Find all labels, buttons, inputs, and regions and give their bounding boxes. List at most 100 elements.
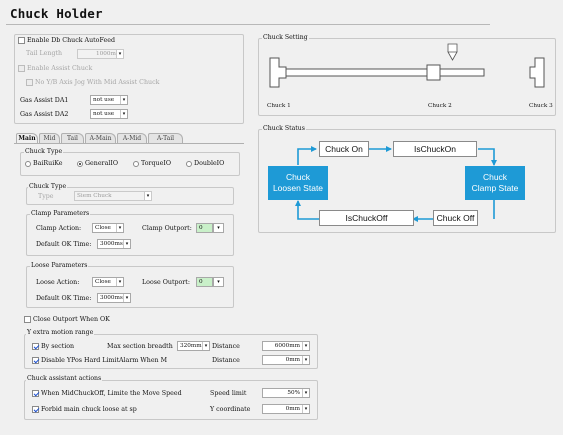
chevron-down-icon: ▾ [116,224,123,232]
page-title: Chuck Holder [10,6,103,21]
no-yb-axis-row[interactable]: No Y/B Axis Jog With Mid Assist Chuck [26,79,159,86]
chuck-2-label: Chuck 2 [428,103,452,109]
type-select[interactable]: Siem Chuck ▾ [74,191,152,201]
radio-label: DoubleIO [194,160,225,167]
chuck-type2-legend: Chuck Type [28,183,68,190]
tab-tail[interactable]: Tail [61,133,84,143]
is-chuck-off-state: IsChuckOff [319,210,414,226]
clamp-outport-field[interactable]: 0 [196,223,213,233]
loose-outport-dropdown[interactable]: ▾ [213,277,224,287]
forbid-row[interactable]: Forbid main chuck loose at sp [32,406,137,413]
gas-da2-select[interactable]: not use ▾ [90,109,128,119]
speed-limit-select[interactable]: 50% ▾ [262,388,310,398]
arrow-ischuckon-to-clamp [478,148,497,166]
close-outport-label: Close Outport When OK [33,316,110,323]
enable-db-chuck-checkbox[interactable] [18,37,25,44]
loose-ok-select[interactable]: 3000ms ▾ [97,293,131,303]
close-outport-checkbox[interactable] [24,316,31,323]
enable-assist-checkbox[interactable] [18,65,25,72]
loose-outport-label: Loose Outport: [142,279,190,286]
gas-da1-label: Gas Assist DA1 [20,97,69,104]
forbid-label: Forbid main chuck loose at sp [41,406,137,413]
chevron-down-icon: ▾ [302,356,309,364]
type-value: Siem Chuck [77,193,112,199]
enable-db-chuck-label: Enable Db Chuck AutoFeed [27,37,115,44]
tab-main[interactable]: Main [16,133,38,143]
when-mid-row[interactable]: When MidChuckOff, Limite the Move Speed [32,390,182,397]
distance-select-1[interactable]: 6000mm ▾ [262,341,310,351]
assist-actions-group [24,380,318,420]
y-extra-legend: Y extra motion range [26,329,95,336]
tab-a-mid[interactable]: A-Mid [117,133,147,143]
distance-label-2: Distance [212,357,240,364]
clamp-outport-label: Clamp Outport: [142,225,192,232]
loose-action-label: Loose Action: [36,279,80,286]
close-outport-row[interactable]: Close Outport When OK [24,316,110,323]
chevron-down-icon: ▾ [123,240,130,248]
when-mid-checkbox[interactable] [32,390,39,397]
loose-action-value: Close [95,279,111,285]
chuck-1-shape [269,57,287,88]
arrow-ischuckoff-to-loosen [295,200,319,220]
chevron-down-icon: ▾ [302,342,309,350]
title-divider [6,24,490,25]
enable-db-chuck-row[interactable]: Enable Db Chuck AutoFeed [18,37,115,44]
radio-label: GeneralIO [85,160,118,167]
loose-outport-field[interactable]: 0 [196,277,213,287]
tab-mid[interactable]: Mid [39,133,60,143]
chevron-down-icon: ▾ [120,110,127,118]
chevron-down-icon: ▾ [123,294,130,302]
gas-da1-select[interactable]: not use ▾ [90,95,128,105]
radio-bairuike[interactable]: BaiRuiKe [25,160,62,167]
chuck-off-state: Chuck Off [433,210,478,226]
forbid-checkbox[interactable] [32,406,39,413]
loose-action-select[interactable]: Close ▾ [92,277,124,287]
tab-a-tail[interactable]: A-Tail [148,133,183,143]
y-coordinate-select[interactable]: 0mm ▾ [262,404,310,414]
radio-generalio[interactable]: GeneralIO [77,160,118,167]
by-section-label: By section [41,343,75,350]
chuck-type-legend: Chuck Type [24,148,64,155]
clamp-legend: Clamp Parameters [30,210,91,217]
clamp-ok-select[interactable]: 3000ms ▾ [97,239,131,249]
radio-button[interactable] [186,160,192,167]
radio-torqueio[interactable]: TorqueIO [133,160,171,167]
chevron-down-icon: ▾ [214,224,223,232]
clamp-params-group [26,214,234,256]
no-yb-axis-checkbox[interactable] [26,79,33,86]
distance-select-2[interactable]: 0mm ▾ [262,355,310,365]
radio-button[interactable] [133,160,139,167]
chuck-layout-diagram [269,43,545,88]
chuck-on-state: Chuck On [319,141,369,157]
clamp-ok-value: 3000ms [100,241,123,247]
by-section-row[interactable]: By section [32,343,74,350]
enable-assist-label: Enable Assist Chuck [27,65,93,72]
enable-assist-row[interactable]: Enable Assist Chuck [18,65,92,72]
clamp-action-label: Clamp Action: [36,225,82,232]
by-section-checkbox[interactable] [32,343,39,350]
tail-length-select[interactable]: 1000mm ▾ [77,49,124,59]
chevron-down-icon: ▾ [302,389,309,397]
chuck-2-shape [426,64,441,81]
assist-actions-legend: Chuck assistant actions [26,375,103,382]
y-coordinate-value: 0mm [285,406,300,412]
speed-limit-value: 50% [287,390,300,396]
chevron-down-icon: ▾ [120,96,127,104]
clamp-action-select[interactable]: Close ▾ [92,223,124,233]
distance-value-1: 6000mm [274,343,300,349]
radio-doubleio[interactable]: DoubleIO [186,160,224,167]
tab-a-main[interactable]: A-Main [85,133,116,143]
clamp-outport-dropdown[interactable]: ▾ [213,223,224,233]
distance-value-2: 0mm [285,357,300,363]
chevron-down-icon: ▾ [214,278,223,286]
radio-label: BaiRuiKe [33,160,63,167]
radio-button-selected[interactable] [77,160,83,167]
loose-ok-value: 3000ms [100,295,123,301]
max-breadth-select[interactable]: 320mm ▾ [177,341,210,351]
disable-limit-checkbox[interactable] [32,357,39,364]
radio-button[interactable] [25,160,31,167]
max-breadth-value: 320mm [180,343,202,349]
disable-limit-row[interactable]: Disable YPos Hard LimitAlarm When M [32,357,167,364]
chevron-down-icon: ▾ [116,278,123,286]
tail-length-label: Tail Length [26,50,63,57]
